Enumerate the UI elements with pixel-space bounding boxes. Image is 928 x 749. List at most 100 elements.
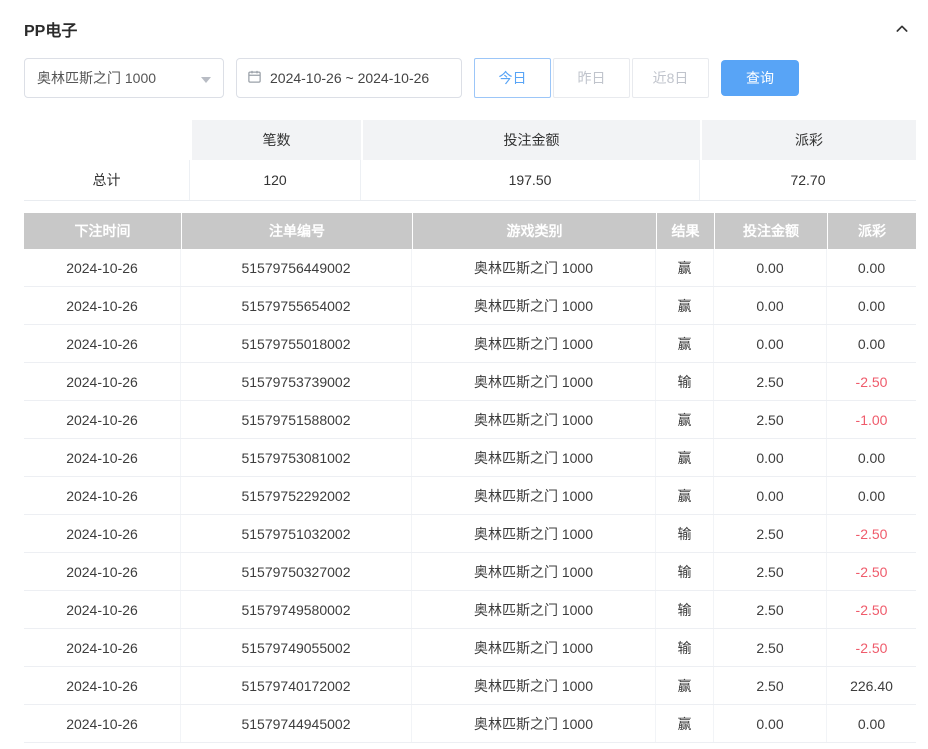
cell-game-category: 奥林匹斯之门 1000: [412, 667, 656, 704]
filter-bar: 奥林匹斯之门 1000 2024-10-26 ~ 2024-10-26 今日 昨…: [24, 58, 916, 98]
cell-order-id: 51579744945002: [181, 705, 412, 742]
cell-order-id: 51579751588002: [181, 401, 412, 438]
cell-order-id: 51579750327002: [181, 553, 412, 590]
cell-result: 输: [656, 553, 714, 590]
table-row: 2024-10-26 51579749055002 奥林匹斯之门 1000 输 …: [24, 629, 916, 667]
bet-table: 下注时间 注单编号 游戏类别 结果 投注金额 派彩 2024-10-26 515…: [24, 213, 916, 743]
game-select[interactable]: 奥林匹斯之门 1000: [24, 58, 224, 98]
cell-payout: 0.00: [857, 715, 886, 732]
cell-game-category: 奥林匹斯之门 1000: [412, 477, 656, 514]
summary-total-label: 总计: [24, 160, 190, 200]
summary-header-bet-amount: 投注金额: [361, 120, 700, 160]
cell-payout: -2.50: [855, 525, 888, 542]
table-row: 2024-10-26 51579755018002 奥林匹斯之门 1000 赢 …: [24, 325, 916, 363]
summary-header-payout: 派彩: [700, 120, 916, 160]
cell-payout: 0.00: [857, 487, 886, 504]
table-row: 2024-10-26 51579744945002 奥林匹斯之门 1000 赢 …: [24, 705, 916, 743]
table-row: 2024-10-26 51579753081002 奥林匹斯之门 1000 赢 …: [24, 439, 916, 477]
calendar-icon: [247, 69, 262, 87]
cell-payout: 226.40: [850, 677, 893, 694]
chevron-down-icon: [201, 70, 211, 86]
summary-table: 笔数 投注金额 派彩 总计 120 197.50 72.70: [24, 120, 916, 201]
cell-bet-amount: 0.00: [714, 249, 827, 286]
cell-bet-time: 2024-10-26: [24, 287, 181, 324]
cell-result: 赢: [656, 325, 714, 362]
header-game-category: 游戏类别: [412, 213, 656, 249]
cell-result: 赢: [656, 401, 714, 438]
cell-game-category: 奥林匹斯之门 1000: [412, 325, 656, 362]
cell-order-id: 51579749580002: [181, 591, 412, 628]
last-8-days-button[interactable]: 近8日: [632, 58, 709, 98]
panel-title: PP电子: [24, 23, 78, 40]
cell-result: 赢: [656, 705, 714, 742]
cell-order-id: 51579755654002: [181, 287, 412, 324]
cell-bet-time: 2024-10-26: [24, 629, 181, 666]
cell-order-id: 51579749055002: [181, 629, 412, 666]
cell-game-category: 奥林匹斯之门 1000: [412, 287, 656, 324]
cell-payout: 0.00: [857, 259, 886, 276]
table-row: 2024-10-26 51579752292002 奥林匹斯之门 1000 赢 …: [24, 477, 916, 515]
cell-order-id: 51579753081002: [181, 439, 412, 476]
summary-header-row: 笔数 投注金额 派彩: [24, 120, 916, 160]
cell-payout: -1.00: [855, 411, 888, 428]
table-row: 2024-10-26 51579753739002 奥林匹斯之门 1000 输 …: [24, 363, 916, 401]
cell-result: 赢: [656, 667, 714, 704]
cell-bet-time: 2024-10-26: [24, 325, 181, 362]
cell-payout: -2.50: [855, 373, 888, 390]
cell-order-id: 51579753739002: [181, 363, 412, 400]
summary-total-bet-amount: 197.50: [361, 160, 700, 200]
cell-order-id: 51579751032002: [181, 515, 412, 552]
cell-payout: 0.00: [857, 449, 886, 466]
header-payout: 派彩: [827, 213, 916, 249]
cell-game-category: 奥林匹斯之门 1000: [412, 591, 656, 628]
cell-game-category: 奥林匹斯之门 1000: [412, 363, 656, 400]
cell-payout: -2.50: [855, 563, 888, 580]
table-row: 2024-10-26 51579749580002 奥林匹斯之门 1000 输 …: [24, 591, 916, 629]
yesterday-button[interactable]: 昨日: [553, 58, 630, 98]
cell-result: 赢: [656, 477, 714, 514]
today-button[interactable]: 今日: [474, 58, 551, 98]
cell-bet-time: 2024-10-26: [24, 249, 181, 286]
header-bet-time: 下注时间: [24, 213, 181, 249]
cell-game-category: 奥林匹斯之门 1000: [412, 515, 656, 552]
cell-bet-amount: 0.00: [714, 287, 827, 324]
cell-bet-amount: 2.50: [714, 591, 827, 628]
cell-bet-amount: 2.50: [714, 667, 827, 704]
table-row: 2024-10-26 51579751032002 奥林匹斯之门 1000 输 …: [24, 515, 916, 553]
cell-bet-time: 2024-10-26: [24, 515, 181, 552]
summary-total-count: 120: [190, 160, 361, 200]
chevron-up-icon[interactable]: [894, 21, 916, 37]
cell-result: 赢: [656, 287, 714, 324]
cell-game-category: 奥林匹斯之门 1000: [412, 439, 656, 476]
cell-game-category: 奥林匹斯之门 1000: [412, 705, 656, 742]
cell-bet-amount: 0.00: [714, 477, 827, 514]
summary-total-row: 总计 120 197.50 72.70: [24, 160, 916, 201]
table-row: 2024-10-26 51579740172002 奥林匹斯之门 1000 赢 …: [24, 667, 916, 705]
cell-game-category: 奥林匹斯之门 1000: [412, 249, 656, 286]
cell-bet-time: 2024-10-26: [24, 401, 181, 438]
cell-bet-time: 2024-10-26: [24, 591, 181, 628]
cell-bet-time: 2024-10-26: [24, 477, 181, 514]
cell-order-id: 51579755018002: [181, 325, 412, 362]
cell-game-category: 奥林匹斯之门 1000: [412, 401, 656, 438]
table-row: 2024-10-26 51579755654002 奥林匹斯之门 1000 赢 …: [24, 287, 916, 325]
cell-payout: 0.00: [857, 335, 886, 352]
header-result: 结果: [656, 213, 714, 249]
summary-total-payout: 72.70: [790, 172, 826, 188]
cell-bet-amount: 0.00: [714, 439, 827, 476]
cell-bet-time: 2024-10-26: [24, 705, 181, 742]
quick-range-group: 今日 昨日 近8日: [474, 58, 709, 98]
cell-bet-time: 2024-10-26: [24, 667, 181, 704]
cell-bet-time: 2024-10-26: [24, 553, 181, 590]
cell-result: 输: [656, 515, 714, 552]
pp-electronic-panel: PP电子 奥林匹斯之门 1000 2024-10-26 ~ 2024-10-26…: [0, 0, 928, 743]
cell-payout: -2.50: [855, 639, 888, 656]
cell-bet-amount: 0.00: [714, 705, 827, 742]
date-range-value: 2024-10-26 ~ 2024-10-26: [270, 70, 430, 86]
cell-bet-time: 2024-10-26: [24, 363, 181, 400]
table-row: 2024-10-26 51579750327002 奥林匹斯之门 1000 输 …: [24, 553, 916, 591]
search-button[interactable]: 查询: [721, 60, 799, 96]
date-range-input[interactable]: 2024-10-26 ~ 2024-10-26: [236, 58, 462, 98]
table-row: 2024-10-26 51579756449002 奥林匹斯之门 1000 赢 …: [24, 249, 916, 287]
cell-result: 赢: [656, 249, 714, 286]
